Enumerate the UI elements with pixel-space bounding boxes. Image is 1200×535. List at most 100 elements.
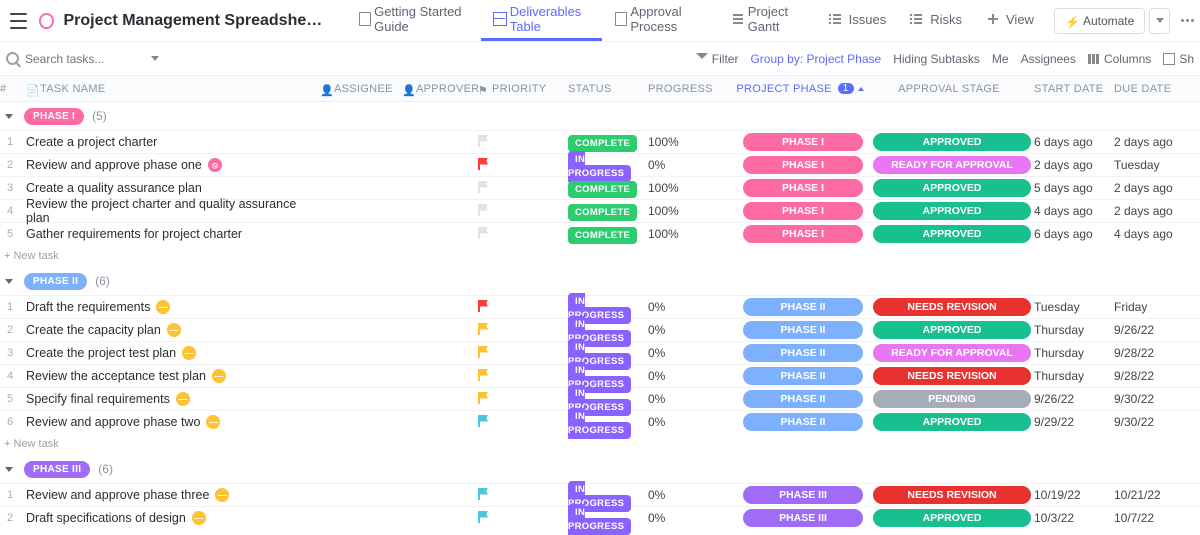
task-cell[interactable]: Specify final requirements — <box>20 392 320 406</box>
start-cell[interactable]: 5 days ago <box>1034 181 1114 195</box>
phase-cell[interactable]: PHASE I <box>736 156 870 174</box>
task-cell[interactable]: Create a quality assurance plan <box>20 181 320 195</box>
collapse-toggle[interactable] <box>2 274 16 288</box>
task-cell[interactable]: Review and approve phase two — <box>20 415 320 429</box>
table-row[interactable]: 2 Create the capacity plan — IN PROGRESS… <box>0 318 1200 341</box>
automate-dropdown[interactable] <box>1149 8 1170 34</box>
start-cell[interactable]: Thursday <box>1034 323 1114 337</box>
phase-cell[interactable]: PHASE I <box>736 179 870 197</box>
view-tab[interactable]: Risks <box>898 0 974 41</box>
search-input[interactable] <box>25 52 145 66</box>
col-phase[interactable]: PROJECT PHASE 1 <box>736 83 870 95</box>
view-tab[interactable]: Getting Started Guide <box>346 0 482 41</box>
start-cell[interactable]: 4 days ago <box>1034 204 1114 218</box>
progress-cell[interactable]: 100% <box>648 227 736 241</box>
priority-cell[interactable] <box>478 369 568 384</box>
filter-button[interactable]: Filter <box>696 52 739 66</box>
progress-cell[interactable]: 100% <box>648 181 736 195</box>
table-row[interactable]: 4 Review the project charter and quality… <box>0 199 1200 222</box>
priority-cell[interactable] <box>478 158 568 173</box>
col-approver[interactable]: 👤APPROVER <box>402 83 478 95</box>
progress-cell[interactable]: 0% <box>648 158 736 172</box>
status-cell[interactable]: IN PROGRESS <box>568 504 648 532</box>
col-assignee[interactable]: 👤ASSIGNEE <box>320 83 402 95</box>
approval-cell[interactable]: APPROVED <box>870 509 1034 527</box>
due-cell[interactable]: 9/30/22 <box>1114 415 1184 429</box>
due-cell[interactable]: 9/28/22 <box>1114 369 1184 383</box>
start-cell[interactable]: 10/19/22 <box>1034 488 1114 502</box>
progress-cell[interactable]: 0% <box>648 511 736 525</box>
task-cell[interactable]: Draft specifications of design — <box>20 511 320 525</box>
menu-icon[interactable] <box>10 13 27 29</box>
priority-cell[interactable] <box>478 392 568 407</box>
me-button[interactable]: Me <box>992 52 1009 66</box>
view-tab[interactable]: Approval Process <box>602 0 719 41</box>
due-cell[interactable]: 9/28/22 <box>1114 346 1184 360</box>
group-phase-label[interactable]: PHASE III <box>24 461 90 478</box>
phase-cell[interactable]: PHASE I <box>736 225 870 243</box>
col-progress[interactable]: PROGRESS <box>648 83 736 95</box>
collapse-toggle[interactable] <box>2 462 16 476</box>
group-phase-label[interactable]: PHASE II <box>24 273 87 290</box>
task-cell[interactable]: Review and approve phase three — <box>20 488 320 502</box>
table-row[interactable]: 1 Review and approve phase three — IN PR… <box>0 483 1200 506</box>
phase-cell[interactable]: PHASE II <box>736 298 870 316</box>
phase-cell[interactable]: PHASE I <box>736 202 870 220</box>
start-cell[interactable]: Tuesday <box>1034 300 1114 314</box>
priority-cell[interactable] <box>478 204 568 219</box>
phase-cell[interactable]: PHASE I <box>736 133 870 151</box>
status-cell[interactable]: COMPLETE <box>568 227 648 241</box>
status-cell[interactable]: IN PROGRESS <box>568 151 648 179</box>
table-row[interactable]: 1 Draft the requirements — IN PROGRESS 0… <box>0 295 1200 318</box>
phase-cell[interactable]: PHASE III <box>736 509 870 527</box>
priority-cell[interactable] <box>478 511 568 526</box>
approval-cell[interactable]: APPROVED <box>870 179 1034 197</box>
priority-cell[interactable] <box>478 346 568 361</box>
col-status[interactable]: STATUS <box>568 83 648 95</box>
due-cell[interactable]: Friday <box>1114 300 1184 314</box>
task-cell[interactable]: Create the capacity plan — <box>20 323 320 337</box>
approval-cell[interactable]: NEEDS REVISION <box>870 486 1034 504</box>
due-cell[interactable]: 9/26/22 <box>1114 323 1184 337</box>
phase-cell[interactable]: PHASE III <box>736 486 870 504</box>
due-cell[interactable]: Tuesday <box>1114 158 1184 172</box>
progress-cell[interactable]: 0% <box>648 323 736 337</box>
task-cell[interactable]: Review the acceptance test plan — <box>20 369 320 383</box>
priority-cell[interactable] <box>478 323 568 338</box>
approval-cell[interactable]: READY FOR APPROVAL <box>870 344 1034 362</box>
col-task[interactable]: 📄TASK NAME <box>20 83 320 95</box>
approval-cell[interactable]: APPROVED <box>870 413 1034 431</box>
start-cell[interactable]: 2 days ago <box>1034 158 1114 172</box>
due-cell[interactable]: 2 days ago <box>1114 135 1184 149</box>
table-row[interactable]: 1 Create a project charter COMPLETE 100%… <box>0 130 1200 153</box>
progress-cell[interactable]: 0% <box>648 488 736 502</box>
start-cell[interactable]: 10/3/22 <box>1034 511 1114 525</box>
table-row[interactable]: 4 Review the acceptance test plan — IN P… <box>0 364 1200 387</box>
approval-cell[interactable]: NEEDS REVISION <box>870 367 1034 385</box>
phase-cell[interactable]: PHASE II <box>736 413 870 431</box>
status-cell[interactable]: IN PROGRESS <box>568 408 648 436</box>
phase-cell[interactable]: PHASE II <box>736 367 870 385</box>
priority-cell[interactable] <box>478 135 568 150</box>
col-priority[interactable]: ⚑PRIORITY <box>478 83 568 95</box>
groupby-button[interactable]: Group by: Project Phase <box>750 52 881 66</box>
columns-button[interactable]: Columns <box>1088 52 1151 66</box>
start-cell[interactable]: 9/29/22 <box>1034 415 1114 429</box>
progress-cell[interactable]: 0% <box>648 369 736 383</box>
task-cell[interactable]: Review the project charter and quality a… <box>20 197 320 225</box>
approval-cell[interactable]: APPROVED <box>870 225 1034 243</box>
table-row[interactable]: 3 Create the project test plan — IN PROG… <box>0 341 1200 364</box>
group-phase-label[interactable]: PHASE I <box>24 108 84 125</box>
view-tab[interactable]: View <box>974 0 1046 41</box>
table-row[interactable]: 5 Gather requirements for project charte… <box>0 222 1200 245</box>
task-cell[interactable]: Create a project charter <box>20 135 320 149</box>
col-approval[interactable]: APPROVAL STAGE <box>870 83 1034 95</box>
phase-cell[interactable]: PHASE II <box>736 344 870 362</box>
progress-cell[interactable]: 100% <box>648 135 736 149</box>
approval-cell[interactable]: NEEDS REVISION <box>870 298 1034 316</box>
task-cell[interactable]: Review and approve phase one ⦸ <box>20 158 320 172</box>
view-tab[interactable]: Deliverables Table <box>481 0 602 41</box>
progress-cell[interactable]: 100% <box>648 204 736 218</box>
due-cell[interactable]: 10/7/22 <box>1114 511 1184 525</box>
priority-cell[interactable] <box>478 300 568 315</box>
